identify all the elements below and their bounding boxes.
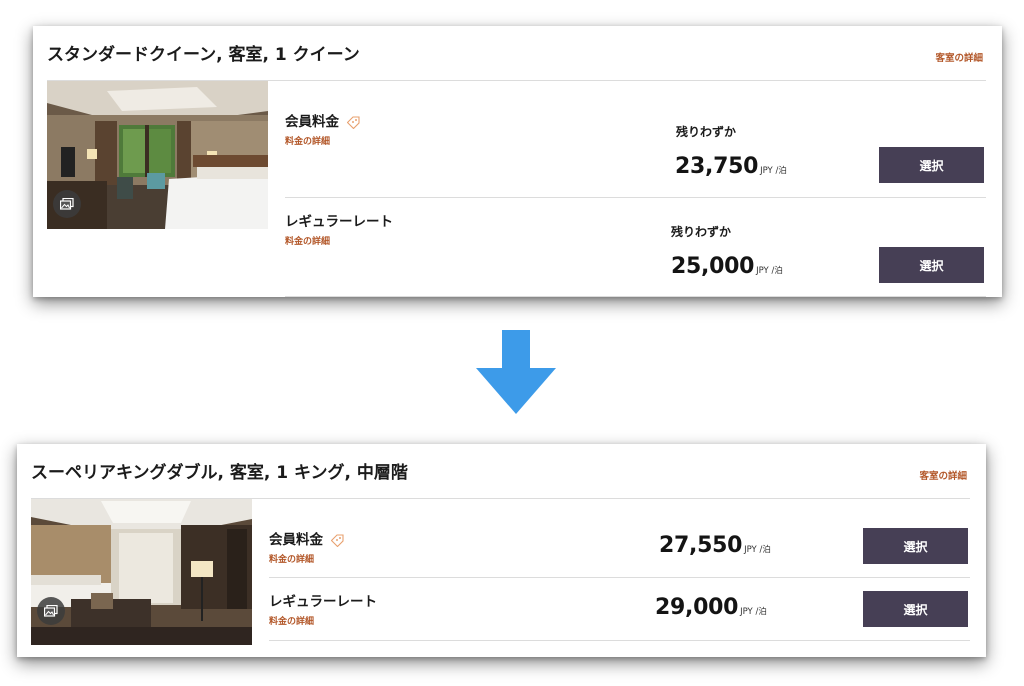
- room-card-standard-queen: スタンダードクイーン, 客室, 1 クイーン 客室の詳細 会員料金 料金の詳細 …: [33, 26, 1002, 297]
- price-unit: JPY /泊: [760, 166, 787, 176]
- rate-name-regular: レギュラーレート: [269, 594, 377, 610]
- divider: [269, 577, 970, 578]
- room-details-link[interactable]: 客室の詳細: [935, 50, 983, 64]
- rate-price: 25,000 JPY /泊: [671, 254, 783, 279]
- divider: [285, 296, 986, 297]
- price-amount: 25,000: [671, 254, 755, 279]
- gallery-button[interactable]: [53, 190, 81, 218]
- divider: [285, 197, 986, 198]
- rate-name-member: 会員料金: [285, 110, 360, 130]
- gallery-icon: [44, 605, 58, 617]
- room-photo[interactable]: [47, 81, 268, 229]
- room-photo[interactable]: [31, 499, 252, 645]
- gallery-button[interactable]: [37, 597, 65, 625]
- room-details-link[interactable]: 客室の詳細: [919, 468, 967, 482]
- member-tag-icon: [346, 115, 360, 129]
- rate-name-regular: レギュラーレート: [285, 214, 393, 230]
- price-unit: JPY /泊: [744, 545, 771, 555]
- select-button[interactable]: 選択: [879, 247, 984, 283]
- room-photo-image: [31, 499, 252, 645]
- rate-details-link[interactable]: 料金の詳細: [269, 614, 314, 627]
- down-arrow-icon: [476, 330, 556, 414]
- divider: [269, 640, 970, 641]
- price-amount: 27,550: [659, 533, 743, 558]
- rate-details-link[interactable]: 料金の詳細: [285, 134, 330, 147]
- select-button[interactable]: 選択: [879, 147, 984, 183]
- rate-name-label: 会員料金: [269, 532, 323, 548]
- room-title: スタンダードクイーン, 客室, 1 クイーン: [47, 45, 360, 65]
- rate-details-link[interactable]: 料金の詳細: [285, 234, 330, 247]
- gallery-icon: [60, 198, 74, 210]
- price-unit: JPY /泊: [740, 607, 767, 617]
- price-unit: JPY /泊: [756, 266, 783, 276]
- rate-price: 27,550 JPY /泊: [659, 533, 771, 558]
- select-button[interactable]: 選択: [863, 591, 968, 627]
- rate-price: 23,750 JPY /泊: [675, 154, 787, 179]
- rate-price: 29,000 JPY /泊: [655, 595, 767, 620]
- price-amount: 23,750: [675, 154, 759, 179]
- rate-details-link[interactable]: 料金の詳細: [269, 552, 314, 565]
- rate-name-label: 会員料金: [285, 114, 339, 130]
- member-tag-icon: [330, 533, 344, 547]
- room-card-superior-king: スーペリアキングダブル, 客室, 1 キング, 中層階 客室の詳細 会員料金 料…: [17, 444, 986, 657]
- room-title: スーペリアキングダブル, 客室, 1 キング, 中層階: [31, 463, 408, 483]
- availability-label: 残りわずか: [671, 225, 732, 239]
- rate-name-member: 会員料金: [269, 528, 344, 548]
- availability-label: 残りわずか: [676, 125, 737, 139]
- select-button[interactable]: 選択: [863, 528, 968, 564]
- price-amount: 29,000: [655, 595, 739, 620]
